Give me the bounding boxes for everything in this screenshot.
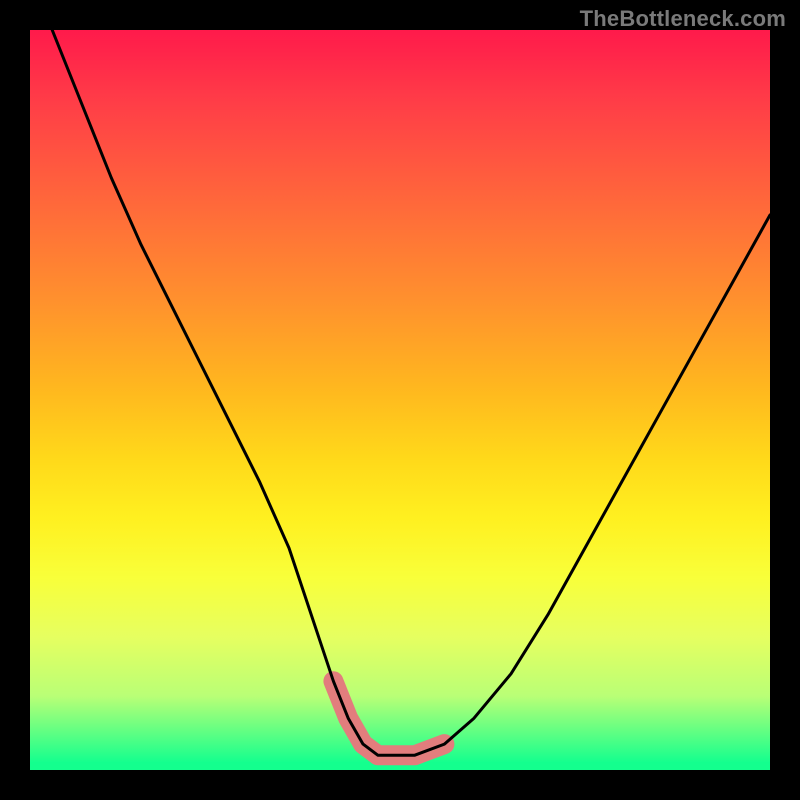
highlight-arc — [333, 681, 444, 755]
bottleneck-curve — [52, 30, 770, 755]
watermark-text: TheBottleneck.com — [580, 6, 786, 32]
highlight-arc-path — [333, 681, 444, 755]
plot-area — [30, 30, 770, 770]
curve-layer — [52, 30, 770, 755]
chart-svg — [30, 30, 770, 770]
chart-frame: TheBottleneck.com — [0, 0, 800, 800]
